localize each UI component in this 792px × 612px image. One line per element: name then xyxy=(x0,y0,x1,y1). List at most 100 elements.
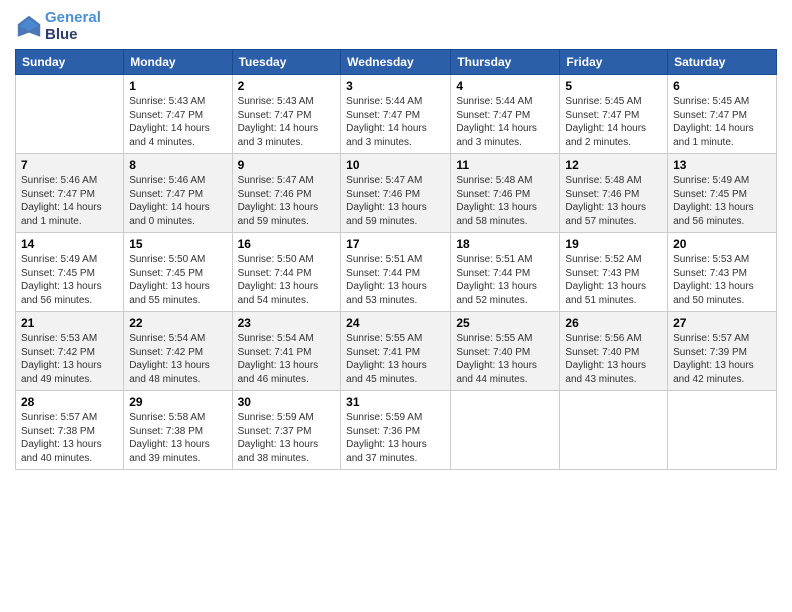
day-info: Sunrise: 5:45 AM Sunset: 7:47 PM Dayligh… xyxy=(565,95,662,149)
day-number: 8 xyxy=(129,158,226,172)
day-info: Sunrise: 5:59 AM Sunset: 7:36 PM Dayligh… xyxy=(346,411,445,465)
day-info: Sunrise: 5:53 AM Sunset: 7:42 PM Dayligh… xyxy=(21,332,118,386)
calendar-table: SundayMondayTuesdayWednesdayThursdayFrid… xyxy=(15,49,777,470)
calendar-day-cell: 22 Sunrise: 5:54 AM Sunset: 7:42 PM Dayli… xyxy=(124,312,232,391)
day-info: Sunrise: 5:46 AM Sunset: 7:47 PM Dayligh… xyxy=(21,174,118,228)
calendar-day-cell xyxy=(451,391,560,470)
calendar-day-cell xyxy=(668,391,777,470)
calendar-day-cell: 31 Sunrise: 5:59 AM Sunset: 7:36 PM Dayli… xyxy=(341,391,451,470)
calendar-day-cell: 26 Sunrise: 5:56 AM Sunset: 7:40 PM Dayli… xyxy=(560,312,668,391)
day-number: 28 xyxy=(21,395,118,409)
day-number: 5 xyxy=(565,79,662,93)
calendar-header-day: Thursday xyxy=(451,50,560,75)
day-number: 18 xyxy=(456,237,554,251)
day-info: Sunrise: 5:56 AM Sunset: 7:40 PM Dayligh… xyxy=(565,332,662,386)
day-number: 2 xyxy=(238,79,336,93)
calendar-day-cell: 28 Sunrise: 5:57 AM Sunset: 7:38 PM Dayli… xyxy=(16,391,124,470)
day-number: 12 xyxy=(565,158,662,172)
calendar-week-row: 7Sunrise: 5:46 AM Sunset: 7:47 PM Daylig… xyxy=(16,154,777,233)
calendar-header-day: Monday xyxy=(124,50,232,75)
day-number: 15 xyxy=(129,237,226,251)
day-number: 21 xyxy=(21,316,118,330)
day-number: 17 xyxy=(346,237,445,251)
calendar-day-cell xyxy=(16,75,124,154)
day-info: Sunrise: 5:51 AM Sunset: 7:44 PM Dayligh… xyxy=(456,253,554,307)
calendar-week-row: 28 Sunrise: 5:57 AM Sunset: 7:38 PM Dayli… xyxy=(16,391,777,470)
day-number: 1 xyxy=(129,79,226,93)
day-info: Sunrise: 5:50 AM Sunset: 7:44 PM Dayligh… xyxy=(238,253,336,307)
header: General Blue xyxy=(15,10,777,43)
day-number: 25 xyxy=(456,316,554,330)
calendar-day-cell: 1 Sunrise: 5:43 AM Sunset: 7:47 PM Daylig… xyxy=(124,75,232,154)
day-number: 3 xyxy=(346,79,445,93)
day-info: Sunrise: 5:48 AM Sunset: 7:46 PM Dayligh… xyxy=(456,174,554,228)
calendar-day-cell: 17 Sunrise: 5:51 AM Sunset: 7:44 PM Dayli… xyxy=(341,233,451,312)
day-info: Sunrise: 5:43 AM Sunset: 7:47 PM Dayligh… xyxy=(129,95,226,149)
calendar-day-cell: 16 Sunrise: 5:50 AM Sunset: 7:44 PM Dayli… xyxy=(232,233,341,312)
calendar-day-cell: 18 Sunrise: 5:51 AM Sunset: 7:44 PM Dayli… xyxy=(451,233,560,312)
day-info: Sunrise: 5:57 AM Sunset: 7:39 PM Dayligh… xyxy=(673,332,771,386)
calendar-header-day: Saturday xyxy=(668,50,777,75)
day-number: 29 xyxy=(129,395,226,409)
day-number: 20 xyxy=(673,237,771,251)
calendar-day-cell xyxy=(560,391,668,470)
day-info: Sunrise: 5:59 AM Sunset: 7:37 PM Dayligh… xyxy=(238,411,336,465)
day-number: 4 xyxy=(456,79,554,93)
calendar-day-cell: 14 Sunrise: 5:49 AM Sunset: 7:45 PM Dayli… xyxy=(16,233,124,312)
day-number: 19 xyxy=(565,237,662,251)
day-info: Sunrise: 5:48 AM Sunset: 7:46 PM Dayligh… xyxy=(565,174,662,228)
day-info: Sunrise: 5:49 AM Sunset: 7:45 PM Dayligh… xyxy=(21,253,118,307)
day-info: Sunrise: 5:50 AM Sunset: 7:45 PM Dayligh… xyxy=(129,253,226,307)
day-number: 31 xyxy=(346,395,445,409)
day-info: Sunrise: 5:57 AM Sunset: 7:38 PM Dayligh… xyxy=(21,411,118,465)
calendar-header-day: Tuesday xyxy=(232,50,341,75)
day-number: 24 xyxy=(346,316,445,330)
day-info: Sunrise: 5:54 AM Sunset: 7:42 PM Dayligh… xyxy=(129,332,226,386)
calendar-day-cell: 24 Sunrise: 5:55 AM Sunset: 7:41 PM Dayli… xyxy=(341,312,451,391)
logo-text: General Blue xyxy=(45,10,101,43)
day-info: Sunrise: 5:44 AM Sunset: 7:47 PM Dayligh… xyxy=(346,95,445,149)
calendar-day-cell: 9 Sunrise: 5:47 AM Sunset: 7:46 PM Daylig… xyxy=(232,154,341,233)
calendar-header-row: SundayMondayTuesdayWednesdayThursdayFrid… xyxy=(16,50,777,75)
day-number: 14 xyxy=(21,237,118,251)
day-info: Sunrise: 5:52 AM Sunset: 7:43 PM Dayligh… xyxy=(565,253,662,307)
calendar-day-cell: 15 Sunrise: 5:50 AM Sunset: 7:45 PM Dayli… xyxy=(124,233,232,312)
calendar-header-day: Sunday xyxy=(16,50,124,75)
calendar-day-cell: 13Sunrise: 5:49 AM Sunset: 7:45 PM Dayli… xyxy=(668,154,777,233)
day-info: Sunrise: 5:58 AM Sunset: 7:38 PM Dayligh… xyxy=(129,411,226,465)
day-number: 22 xyxy=(129,316,226,330)
calendar-header-day: Friday xyxy=(560,50,668,75)
day-info: Sunrise: 5:47 AM Sunset: 7:46 PM Dayligh… xyxy=(346,174,445,228)
calendar-day-cell: 11 Sunrise: 5:48 AM Sunset: 7:46 PM Dayli… xyxy=(451,154,560,233)
calendar-day-cell: 3 Sunrise: 5:44 AM Sunset: 7:47 PM Daylig… xyxy=(341,75,451,154)
day-info: Sunrise: 5:55 AM Sunset: 7:41 PM Dayligh… xyxy=(346,332,445,386)
day-info: Sunrise: 5:51 AM Sunset: 7:44 PM Dayligh… xyxy=(346,253,445,307)
day-number: 16 xyxy=(238,237,336,251)
calendar-day-cell: 21 Sunrise: 5:53 AM Sunset: 7:42 PM Dayli… xyxy=(16,312,124,391)
calendar-week-row: 14 Sunrise: 5:49 AM Sunset: 7:45 PM Dayli… xyxy=(16,233,777,312)
day-info: Sunrise: 5:43 AM Sunset: 7:47 PM Dayligh… xyxy=(238,95,336,149)
day-number: 6 xyxy=(673,79,771,93)
calendar-day-cell: 4 Sunrise: 5:44 AM Sunset: 7:47 PM Daylig… xyxy=(451,75,560,154)
day-number: 11 xyxy=(456,158,554,172)
calendar-day-cell: 19 Sunrise: 5:52 AM Sunset: 7:43 PM Dayli… xyxy=(560,233,668,312)
calendar-day-cell: 12 Sunrise: 5:48 AM Sunset: 7:46 PM Dayli… xyxy=(560,154,668,233)
day-info: Sunrise: 5:45 AM Sunset: 7:47 PM Dayligh… xyxy=(673,95,771,149)
calendar-day-cell: 6 Sunrise: 5:45 AM Sunset: 7:47 PM Daylig… xyxy=(668,75,777,154)
calendar-day-cell: 30 Sunrise: 5:59 AM Sunset: 7:37 PM Dayli… xyxy=(232,391,341,470)
calendar-day-cell: 27 Sunrise: 5:57 AM Sunset: 7:39 PM Dayli… xyxy=(668,312,777,391)
calendar-day-cell: 23Sunrise: 5:54 AM Sunset: 7:41 PM Dayli… xyxy=(232,312,341,391)
day-number: 23 xyxy=(238,316,336,330)
calendar-week-row: 1 Sunrise: 5:43 AM Sunset: 7:47 PM Daylig… xyxy=(16,75,777,154)
day-number: 9 xyxy=(238,158,336,172)
calendar-day-cell: 10Sunrise: 5:47 AM Sunset: 7:46 PM Dayli… xyxy=(341,154,451,233)
calendar-day-cell: 7Sunrise: 5:46 AM Sunset: 7:47 PM Daylig… xyxy=(16,154,124,233)
day-number: 26 xyxy=(565,316,662,330)
day-info: Sunrise: 5:44 AM Sunset: 7:47 PM Dayligh… xyxy=(456,95,554,149)
day-number: 27 xyxy=(673,316,771,330)
day-info: Sunrise: 5:46 AM Sunset: 7:47 PM Dayligh… xyxy=(129,174,226,228)
day-info: Sunrise: 5:49 AM Sunset: 7:45 PM Dayligh… xyxy=(673,174,771,228)
calendar-header-day: Wednesday xyxy=(341,50,451,75)
day-info: Sunrise: 5:47 AM Sunset: 7:46 PM Dayligh… xyxy=(238,174,336,228)
day-number: 30 xyxy=(238,395,336,409)
